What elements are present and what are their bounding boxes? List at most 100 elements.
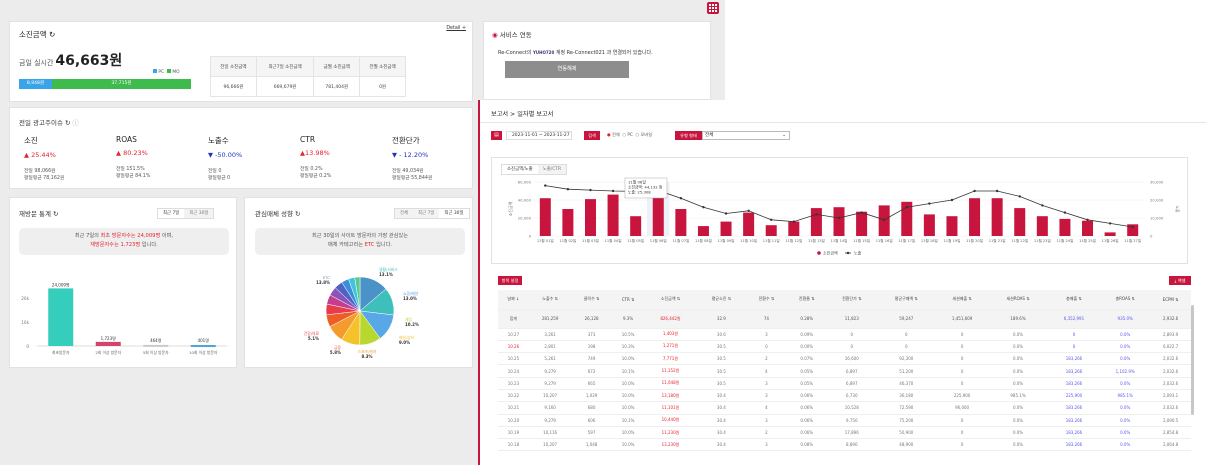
- column-header[interactable]: ECPM ⇅: [1150, 290, 1191, 310]
- line-point: [1063, 211, 1067, 214]
- filter-select[interactable]: 전체 ⌄: [702, 131, 790, 140]
- tab-all[interactable]: 전체: [395, 209, 414, 218]
- line-point: [747, 209, 750, 212]
- tab-impressions-ctr[interactable]: 노출/CTR: [537, 165, 567, 174]
- table-cell: 3: [746, 389, 787, 403]
- table-cell: 0: [935, 377, 989, 390]
- table-cell: 46,370: [876, 377, 936, 390]
- refresh-icon[interactable]: ↻: [295, 210, 300, 218]
- column-header[interactable]: 소진금액 ⇅: [644, 290, 697, 310]
- table-cell: 0.0%: [988, 401, 1048, 415]
- table-cell: 10.25: [498, 352, 529, 366]
- table-row[interactable]: 10.26 2,801 198 10.3% 1,271원 30.5 0 0.00% 0 0 0 0.0…: [498, 340, 1191, 354]
- table-cell: 2,032.6: [1150, 364, 1191, 378]
- date-range-input[interactable]: 2023-11-01 ~ 2023-11-27: [506, 131, 572, 140]
- calendar-icon[interactable]: ▤: [491, 131, 502, 140]
- x-tick-label: 11월 05일: [627, 238, 644, 243]
- refresh-icon[interactable]: ↻: [65, 119, 70, 127]
- tab-30days[interactable]: 최근 30일: [184, 209, 214, 218]
- tab-7days[interactable]: 최근 7일: [158, 209, 185, 218]
- x-tick-label: 11월 14일: [831, 238, 848, 243]
- line-point: [724, 212, 728, 215]
- column-header[interactable]: 평균구매액 ⇅: [876, 290, 936, 310]
- table-cell: 9.3%: [611, 309, 645, 329]
- table-row[interactable]: 10.18 10,207 1,048 10.0% 13,230원 30.4 3 0.08% 8,…: [498, 438, 1191, 452]
- table-cell: 3,261: [528, 328, 572, 341]
- table-cell: 10.0%: [611, 389, 645, 403]
- table-row[interactable]: 10.24 9,279 672 10.1% 11,152원 30.5 4 0.05% 6,897…: [498, 364, 1191, 378]
- table-cell: 3: [746, 438, 787, 452]
- bar: [1036, 216, 1048, 236]
- line-point: [995, 189, 999, 193]
- column-header[interactable]: 세션ROAS ⇅: [988, 290, 1048, 310]
- refresh-icon[interactable]: ↻: [53, 210, 58, 218]
- table-row[interactable]: 10.27 3,261 373 10.5% 1,403원 30.6 3 0.09% 0 0 0 0.0…: [498, 328, 1191, 341]
- y2-axis-label: 노출: [1175, 205, 1181, 213]
- bar: [675, 209, 687, 236]
- table-cell: 10.27: [498, 328, 529, 341]
- grid-icon[interactable]: [707, 2, 719, 14]
- table-cell: 198: [571, 340, 612, 354]
- table-cell: 0.0%: [988, 377, 1048, 390]
- table-row[interactable]: 10.22 10,207 1,029 10.0% 13,180원 30.4 3 0.06% 6,…: [498, 389, 1191, 403]
- search-button[interactable]: 검색: [584, 131, 600, 140]
- column-header[interactable]: 총ROAS ⇅: [1100, 290, 1151, 310]
- table-cell: 183,266: [1047, 438, 1101, 452]
- kpi-change: ▲ 80.23%: [116, 149, 148, 157]
- bar: [991, 198, 1003, 236]
- realtime: 금일 실시간 46,663원: [19, 53, 123, 69]
- tab-7days[interactable]: 최근 7일: [413, 209, 440, 218]
- excel-button[interactable]: ⤓ 엑셀: [1169, 276, 1191, 285]
- table-cell: 0: [826, 340, 877, 354]
- column-header[interactable]: 노출수 ⇅: [528, 290, 572, 310]
- table-cell: 10.1%: [611, 364, 645, 378]
- column-settings-button[interactable]: 항목 설정: [498, 276, 522, 285]
- kpi-card: 전일 광고주이슈 ↻ ⓘ 소진 ▲ 25.44% 전일 98,066원 평일평균 78…: [9, 107, 473, 189]
- table-row[interactable]: 10.19 10,116 597 10.0% 11,230원 30.4 2 0.06% 17,8…: [498, 426, 1191, 440]
- table-cell: 92,300: [876, 352, 936, 366]
- table-scrollbar[interactable]: [1191, 305, 1194, 415]
- line-point: [837, 216, 841, 220]
- table-row[interactable]: 10.25 5,261 749 10.0% 7,771원 30.5 2 0.07% 16,600…: [498, 352, 1191, 366]
- tab-spend-impressions[interactable]: 소진금액/노출: [502, 165, 538, 174]
- column-header[interactable]: 전환수 ⇅: [746, 290, 787, 310]
- filter-type-button[interactable]: 유형 형태: [675, 131, 702, 140]
- x-tick-label: 11월 01일: [537, 238, 554, 243]
- bar: [856, 211, 868, 236]
- table-cell: 30.5: [696, 340, 747, 354]
- table-row[interactable]: 10.21 9,160 680 10.0% 11,101원 30.4 4 0.06% 10,52…: [498, 401, 1191, 415]
- table-cell: 9,160: [528, 401, 572, 415]
- column-header[interactable]: 전환단가 ⇅: [826, 290, 877, 310]
- kpi-average: 평일평균 55,844원: [392, 176, 433, 181]
- column-header[interactable]: 전환율 ⇅: [786, 290, 827, 310]
- column-header[interactable]: 평균소진 ⇅: [696, 290, 747, 310]
- tab-30days[interactable]: 최근 30일: [439, 209, 469, 218]
- disconnect-button[interactable]: 연동해제: [505, 61, 629, 78]
- column-header[interactable]: 날짜 ↓: [498, 290, 529, 310]
- line-point: [860, 211, 863, 214]
- table-cell: 10.0%: [611, 352, 645, 366]
- table-cell: 183,266: [1047, 414, 1101, 427]
- detail-link[interactable]: Detail +: [446, 26, 466, 31]
- table-cell: 9,279: [528, 377, 572, 390]
- table-cell: 665: [571, 377, 612, 390]
- table-cell: 30.4: [696, 401, 747, 415]
- x-tick-label: 11월 26일: [1102, 238, 1119, 243]
- table-cell: 0: [935, 438, 989, 452]
- column-header[interactable]: CTR ⇅: [611, 290, 645, 310]
- y-tick-label: 20k: [21, 296, 29, 301]
- table-cell: 0.0%: [1100, 426, 1151, 440]
- table-row[interactable]: 10.23 9,279 665 10.0% 11,048원 30.5 3 0.05% 6,897…: [498, 377, 1191, 390]
- x-tick-label: 11월 23일: [1034, 238, 1051, 243]
- table-row[interactable]: 10.20 9,279 606 10.1% 10,440원 30.4 3 0.06% 9,750…: [498, 414, 1191, 427]
- radio-mobile[interactable]: ○ 모바일: [636, 132, 653, 137]
- radio-pc[interactable]: ○ PC: [622, 132, 632, 137]
- column-header[interactable]: 총매출 ⇅: [1047, 290, 1101, 310]
- radio-all[interactable]: ● 전체: [607, 132, 620, 137]
- table-cell: 30.6: [696, 328, 747, 341]
- bar: [810, 208, 822, 236]
- table-cell: 0: [876, 328, 936, 341]
- column-header[interactable]: 세션매출 ⇅: [935, 290, 989, 310]
- column-header[interactable]: 클릭수 ⇅: [571, 290, 612, 310]
- refresh-icon[interactable]: ↻: [49, 30, 55, 39]
